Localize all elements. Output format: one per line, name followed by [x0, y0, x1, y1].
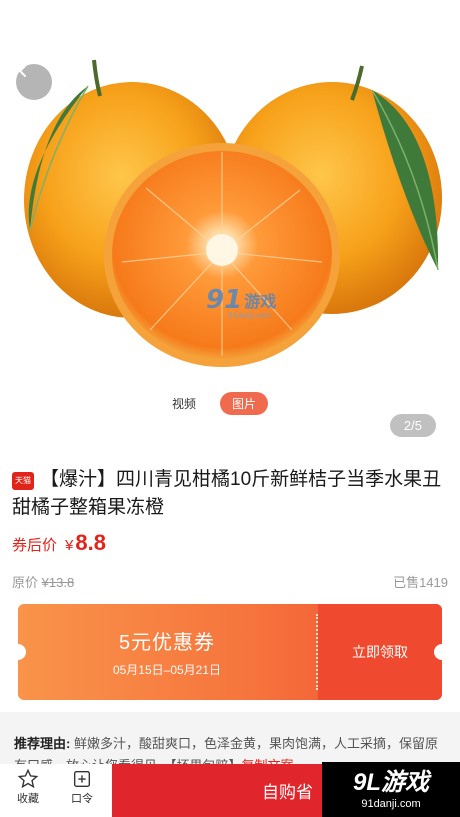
original-price-row: 原价 ¥13.8: [12, 572, 74, 591]
site-watermark-url: 91danji.com: [361, 797, 421, 810]
chevron-left-icon: [18, 65, 26, 77]
coupon-date-range: 05月15日–05月21日: [112, 663, 222, 677]
coupon-notch-left: [10, 644, 26, 660]
price-label: 券后价: [12, 537, 58, 554]
code-button[interactable]: 口令: [62, 768, 102, 806]
claim-coupon-button[interactable]: 立即领取: [318, 604, 442, 700]
code-icon: [73, 770, 91, 788]
watermark-url: 91danji.com: [228, 311, 272, 320]
recommend-label: 推荐理由:: [14, 736, 71, 751]
product-title-text: 【爆汁】四川青见柑橘10斤新鲜桔子当季水果丑甜橘子整箱果冻橙: [12, 469, 442, 518]
coupon-amount: 5元优惠券: [118, 632, 216, 654]
tab-image[interactable]: 图片: [220, 392, 269, 415]
code-label: 口令: [71, 793, 93, 805]
price-row: 券后价 ¥ 8.8: [12, 530, 106, 556]
site-watermark: 9L游戏 91danji.com: [322, 762, 460, 817]
media-tabs: 视频 图片: [160, 392, 269, 415]
favorite-button[interactable]: 收藏: [8, 768, 48, 806]
product-title: 天猫 【爆汁】四川青见柑橘10斤新鲜桔子当季水果丑甜橘子整箱果冻橙: [12, 466, 448, 522]
favorite-label: 收藏: [17, 793, 39, 805]
original-price: ¥13.8: [41, 575, 75, 590]
original-price-label: 原价: [12, 575, 39, 590]
sold-count: 已售1419: [393, 575, 448, 590]
tmall-badge: 天猫: [12, 472, 34, 490]
coupon-info: 5元优惠券 05月15日–05月21日: [18, 604, 316, 700]
orange-product-image: [24, 59, 442, 367]
site-watermark-brand: 9L游戏: [352, 768, 429, 796]
image-pager: 2/5: [389, 414, 436, 437]
coupon-price: 8.8: [75, 530, 106, 555]
currency-symbol: ¥: [65, 537, 74, 554]
product-image-gallery[interactable]: 91 游戏 91danji.com 视频 图片 2/5: [0, 0, 460, 440]
tab-video[interactable]: 视频: [160, 392, 208, 415]
watermark-brand: 游戏: [244, 294, 277, 311]
coupon-notch-right: [434, 644, 450, 660]
star-icon: [17, 768, 39, 789]
back-button[interactable]: [16, 64, 52, 100]
self-buy-label: 自购省: [262, 783, 313, 802]
coupon-card[interactable]: 5元优惠券 05月15日–05月21日 立即领取: [18, 604, 442, 700]
watermark: 91 游戏 91danji.com: [206, 285, 277, 320]
